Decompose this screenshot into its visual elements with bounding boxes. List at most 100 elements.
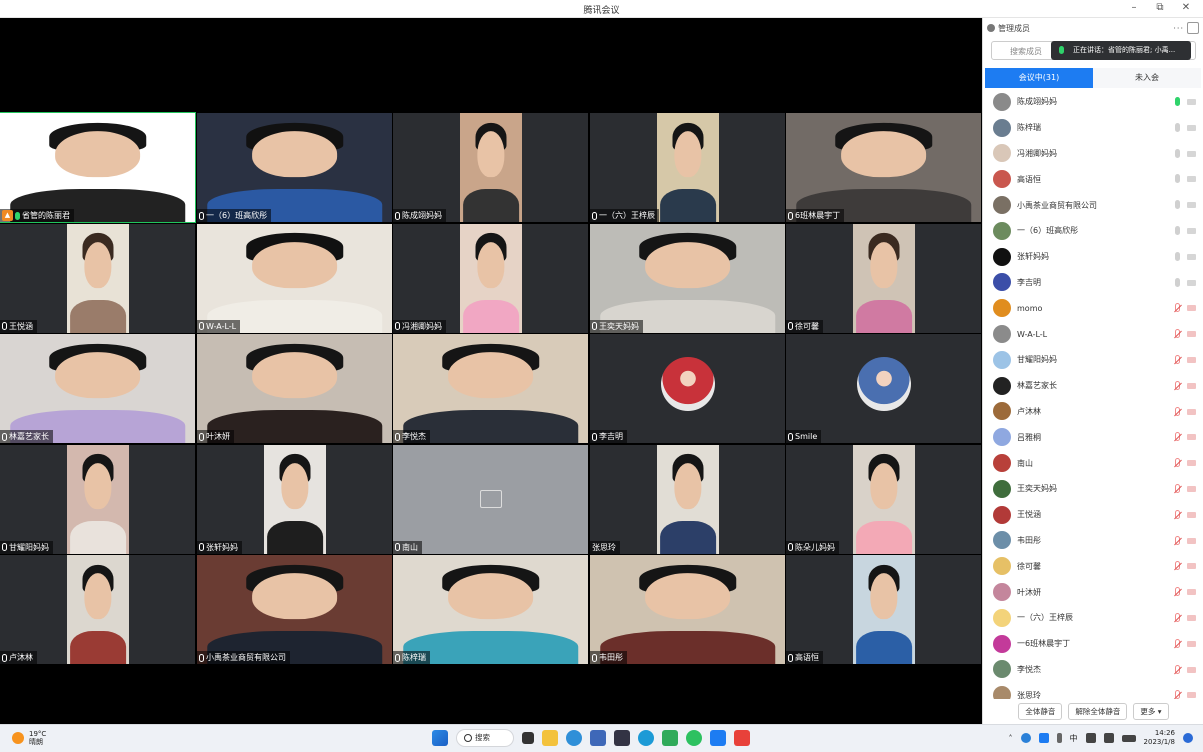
more-button[interactable]: 更多 ▾ (1133, 703, 1169, 720)
video-tile[interactable]: 6班林晨宇丁 (786, 113, 981, 222)
video-tile[interactable]: 叶沐妍 (197, 334, 392, 443)
minimize-button[interactable]: – (1127, 2, 1141, 13)
microphone-icon[interactable] (1056, 733, 1062, 743)
mic-muted-icon[interactable] (1175, 354, 1180, 364)
member-row[interactable]: 王奕天妈妈 (983, 476, 1203, 502)
video-tile[interactable]: 南山 (393, 444, 588, 554)
video-tile[interactable]: 高语恒 (786, 555, 981, 664)
video-tile[interactable]: 陈成翊妈妈 (393, 113, 588, 222)
video-tile[interactable]: 张轩妈妈 (197, 444, 392, 554)
mic-muted-icon[interactable] (1175, 664, 1180, 674)
video-tile[interactable]: 陈梓瑞 (393, 555, 588, 664)
video-tile[interactable]: W-A-L-L (197, 223, 392, 333)
camera-icon[interactable] (1187, 99, 1196, 105)
mic-icon[interactable] (1175, 97, 1180, 106)
mic-icon[interactable] (1175, 225, 1180, 235)
video-tile[interactable]: 李悦杰 (393, 334, 588, 443)
camera-icon[interactable] (1187, 666, 1196, 673)
camera-icon[interactable] (1187, 460, 1196, 467)
camera-icon[interactable] (1187, 227, 1196, 234)
restore-button[interactable]: ⧉ (1153, 2, 1167, 13)
video-tile[interactable]: ▲ 省管的陈丽君 (0, 112, 196, 223)
tencent-meeting-icon[interactable] (710, 730, 726, 746)
wechat-icon[interactable] (686, 730, 702, 746)
mic-muted-icon[interactable] (1175, 509, 1180, 519)
camera-icon[interactable] (1187, 563, 1196, 570)
mute-all-button[interactable]: 全体静音 (1018, 703, 1063, 720)
member-row[interactable]: 张轩妈妈 (983, 244, 1203, 270)
edge-icon[interactable] (566, 730, 582, 746)
camera-icon[interactable] (1187, 202, 1196, 209)
tab-in-meeting[interactable]: 会议中(31) (985, 68, 1093, 88)
member-row[interactable]: 韦田彤 (983, 528, 1203, 554)
camera-icon[interactable] (1187, 124, 1196, 131)
camera-icon[interactable] (1187, 485, 1196, 492)
member-row[interactable]: 高语恒 (983, 166, 1203, 192)
app-icon[interactable] (614, 730, 630, 746)
mic-muted-icon[interactable] (1175, 432, 1180, 442)
mic-icon[interactable] (1175, 200, 1180, 210)
mic-muted-icon[interactable] (1175, 329, 1180, 339)
tray-app-icon[interactable] (1020, 733, 1031, 743)
weather-widget[interactable]: 19°C 晴朗 (12, 730, 46, 746)
notification-icon[interactable] (1183, 733, 1193, 743)
video-tile[interactable]: 王悦涵 (0, 223, 195, 333)
member-row[interactable]: W-A-L-L (983, 321, 1203, 347)
more-options-icon[interactable]: ··· (1173, 24, 1184, 33)
member-row[interactable]: 李吉明 (983, 270, 1203, 296)
camera-icon[interactable] (1187, 692, 1196, 699)
camera-icon[interactable] (1187, 640, 1196, 647)
member-row[interactable]: 吕雅桐 (983, 424, 1203, 450)
video-tile[interactable]: 徐可馨 (786, 223, 981, 333)
mic-icon[interactable] (1175, 148, 1180, 158)
mic-muted-icon[interactable] (1175, 406, 1180, 416)
clock[interactable]: 14:26 2023/1/8 (1144, 729, 1175, 747)
video-tile[interactable]: 张思玲 (590, 444, 785, 554)
member-row[interactable]: 徐可馨 (983, 553, 1203, 579)
member-row[interactable]: 南山 (983, 450, 1203, 476)
camera-icon[interactable] (1187, 150, 1196, 157)
mic-muted-icon[interactable] (1175, 458, 1180, 468)
browser-icon[interactable] (638, 730, 654, 746)
video-tile[interactable]: 韦田彤 (590, 555, 785, 664)
video-tile[interactable]: 一（6）班高欣彤 (197, 113, 392, 222)
mic-muted-icon[interactable] (1175, 561, 1180, 571)
member-row[interactable]: 陈成翊妈妈 (983, 89, 1203, 115)
camera-icon[interactable] (1187, 331, 1196, 338)
member-row[interactable]: 叶沐妍 (983, 579, 1203, 605)
member-row[interactable]: 张思玲 (983, 682, 1203, 699)
camera-icon[interactable] (1187, 253, 1196, 260)
camera-icon[interactable] (1187, 176, 1196, 183)
camera-icon[interactable] (1187, 382, 1196, 389)
video-tile[interactable]: 一（六）王梓辰 (590, 113, 785, 222)
task-view-icon[interactable] (522, 732, 534, 744)
taskbar-search[interactable]: 搜索 (456, 729, 514, 747)
store-icon[interactable] (590, 730, 606, 746)
tab-not-joined[interactable]: 未入会 (1093, 68, 1201, 88)
video-tile[interactable]: 王奕天妈妈 (590, 223, 785, 333)
video-tile[interactable]: 冯湘卿妈妈 (393, 223, 588, 333)
mic-muted-icon[interactable] (1175, 690, 1180, 699)
mic-icon[interactable] (1175, 174, 1180, 184)
spreadsheet-icon[interactable] (662, 730, 678, 746)
member-row[interactable]: 小禹茶业商贸有限公司 (983, 192, 1203, 218)
camera-icon[interactable] (1187, 511, 1196, 518)
mic-muted-icon[interactable] (1175, 587, 1180, 597)
member-row[interactable]: 一（六）王梓辰 (983, 605, 1203, 631)
camera-icon[interactable] (1187, 589, 1196, 596)
camera-icon[interactable] (1187, 614, 1196, 621)
mic-muted-icon[interactable] (1175, 303, 1180, 313)
mic-muted-icon[interactable] (1175, 612, 1180, 622)
camera-icon[interactable] (1187, 434, 1196, 441)
member-row[interactable]: momo (983, 295, 1203, 321)
battery-icon[interactable] (1121, 734, 1136, 742)
camera-icon[interactable] (1187, 537, 1196, 544)
mic-muted-icon[interactable] (1175, 483, 1180, 493)
member-row[interactable]: 陈梓瑞 (983, 115, 1203, 141)
member-row[interactable]: 一6班林晨宇丁 (983, 631, 1203, 657)
mic-icon[interactable] (1175, 277, 1180, 287)
member-row[interactable]: 一（6）班高欣彤 (983, 218, 1203, 244)
chevron-up-icon[interactable]: ˄ (1009, 734, 1013, 743)
tray-meeting-icon[interactable] (1038, 733, 1049, 743)
mic-icon[interactable] (1175, 122, 1180, 132)
